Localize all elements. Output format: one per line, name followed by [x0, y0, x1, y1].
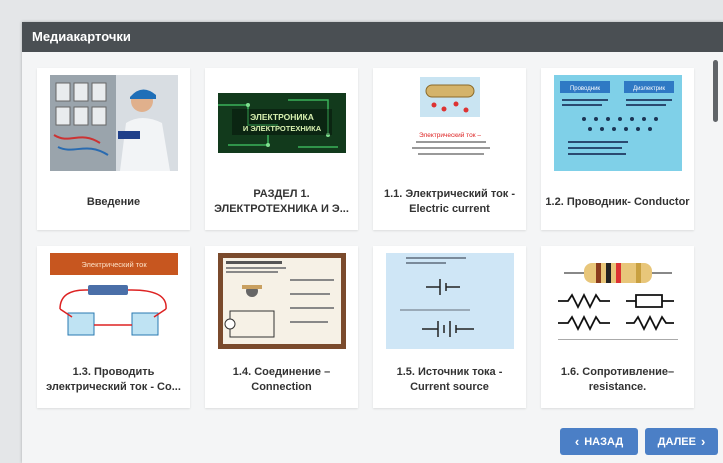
- media-card-conductor[interactable]: Проводник Диэлектрик 1.2. Проводник- Con…: [541, 68, 694, 230]
- panel-title: Медиакарточки: [22, 22, 723, 52]
- svg-text:Диэлектрик: Диэлектрик: [633, 86, 665, 92]
- media-card-electric-current[interactable]: Электрический ток – 1.1. Электрический т…: [373, 68, 526, 230]
- chevron-left-icon: ‹: [574, 434, 580, 449]
- card-title: 1.4. Соединение – Connection: [232, 366, 331, 393]
- svg-text:Электрический ток: Электрический ток: [81, 260, 147, 269]
- svg-text:Электрический ток –: Электрический ток –: [419, 131, 481, 139]
- media-cards-panel: Медиакарточки Введение ЭЛЕКТРОНИКА И ЭЛЕ…: [22, 22, 723, 463]
- electrician-thumbnail: [50, 75, 178, 171]
- media-card-section-1[interactable]: ЭЛЕКТРОНИКА И ЭЛЕКТРОТЕХНИКА РАЗДЕЛ 1. Э…: [205, 68, 358, 230]
- card-title: 1.6. Сопротивление– resistance.: [560, 366, 675, 393]
- scrollbar-thumb[interactable]: [713, 60, 718, 122]
- card-title: 1.2. Проводник- Conductor: [545, 195, 690, 208]
- svg-text:ЭЛЕКТРОНИКА: ЭЛЕКТРОНИКА: [250, 112, 314, 122]
- media-card-resistance[interactable]: 1.6. Сопротивление– resistance.: [541, 246, 694, 408]
- card-title: Введение: [86, 195, 141, 208]
- card-title: 1.3. Проводить электрический ток - Co...: [46, 366, 181, 393]
- card-title: 1.1. Электрический ток - Electric curren…: [383, 188, 516, 215]
- scrollbar-track[interactable]: [709, 52, 723, 432]
- back-button[interactable]: ‹ НАЗАД: [560, 428, 638, 455]
- conductor-thumbnail: Проводник Диэлектрик: [554, 75, 682, 171]
- conduction-thumbnail: Электрический ток: [50, 253, 178, 349]
- card-title: 1.5. Источник тока - Current source: [396, 366, 503, 393]
- next-button-label: ДАЛЕЕ: [657, 435, 696, 448]
- electric-current-thumbnail: Электрический ток –: [386, 75, 514, 171]
- connection-thumbnail: [218, 253, 346, 349]
- svg-text:И ЭЛЕКТРОТЕХНИКА: И ЭЛЕКТРОТЕХНИКА: [243, 124, 322, 133]
- circuit-board-thumbnail: ЭЛЕКТРОНИКА И ЭЛЕКТРОТЕХНИКА: [218, 75, 346, 171]
- media-card-intro[interactable]: Введение: [37, 68, 190, 230]
- back-button-label: НАЗАД: [584, 435, 624, 448]
- chevron-right-icon: ›: [700, 434, 706, 449]
- media-card-connection[interactable]: 1.4. Соединение – Connection: [205, 246, 358, 408]
- resistor-thumbnail: [554, 253, 682, 349]
- media-card-conduction[interactable]: Электрический ток 1.3. Проводить электри…: [37, 246, 190, 408]
- next-button[interactable]: ДАЛЕЕ ›: [645, 428, 718, 455]
- svg-text:Проводник: Проводник: [570, 86, 600, 92]
- card-title: РАЗДЕЛ 1. ЭЛЕКТРОТЕХНИКА И Э...: [214, 188, 349, 215]
- current-source-thumbnail: [386, 253, 514, 349]
- media-card-current-source[interactable]: 1.5. Источник тока - Current source: [373, 246, 526, 408]
